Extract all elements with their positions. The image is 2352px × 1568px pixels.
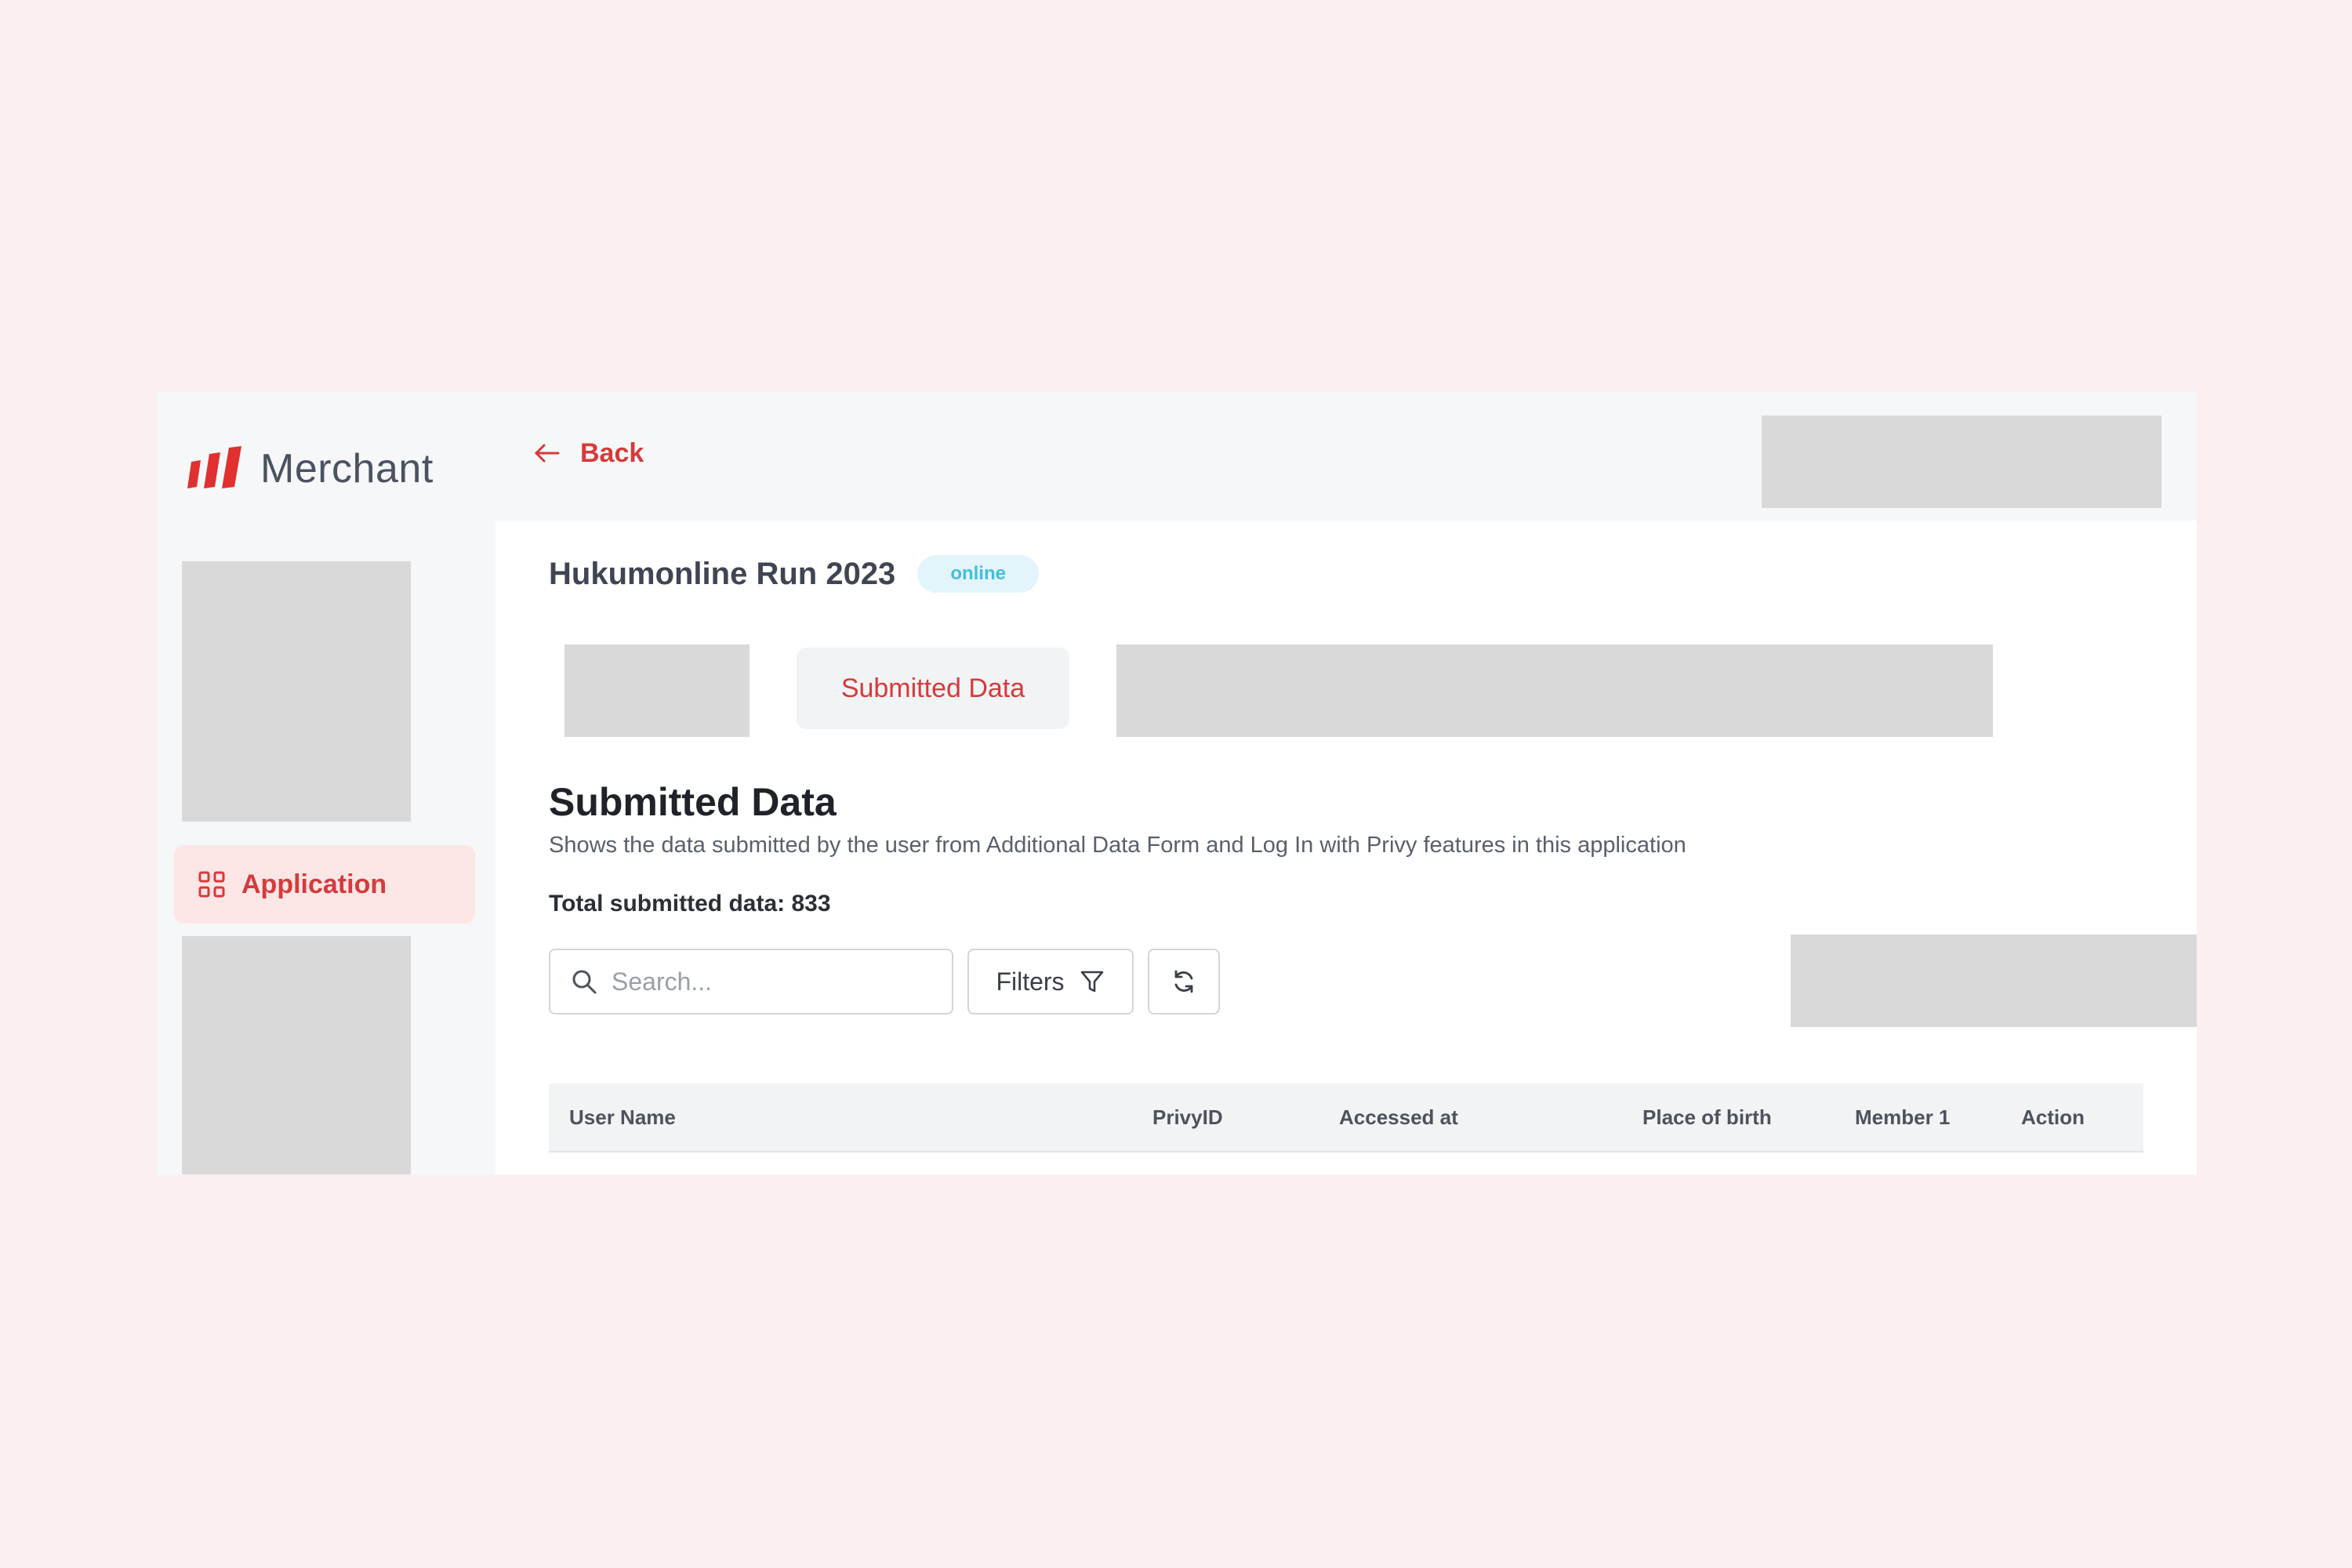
back-label: Back [580, 437, 644, 468]
app-window: Merchant Application Back Hukumonline Ru… [157, 392, 2197, 1174]
filter-icon [1080, 971, 1103, 993]
column-header-member-1[interactable]: Member 1 [1855, 1083, 1950, 1151]
brand-name: Merchant [260, 446, 434, 492]
section-description: Shows the data submitted by the user fro… [549, 833, 1686, 858]
tab-submitted-data[interactable]: Submitted Data [797, 648, 1069, 729]
column-header-privyid[interactable]: PrivyID [1152, 1083, 1223, 1151]
top-bar: Back [495, 392, 2197, 521]
back-button[interactable]: Back [532, 437, 644, 469]
refresh-icon [1174, 970, 1193, 993]
tab-placeholder-right[interactable] [1116, 644, 1993, 737]
column-header-action: Action [2021, 1105, 2085, 1129]
sidebar-item-application[interactable]: Application [174, 845, 475, 924]
table-header: User Name PrivyID Accessed at Place of b… [549, 1083, 2143, 1152]
search-input[interactable] [610, 966, 942, 997]
search-icon [572, 970, 597, 994]
event-title-row: Hukumonline Run 2023 online [549, 555, 1039, 593]
status-badge: online [917, 555, 1039, 593]
total-count: Total submitted data: 833 [549, 891, 831, 916]
main-content: Back Hukumonline Run 2023 online Submitt… [495, 392, 2197, 1174]
sidebar-placeholder-bottom [182, 936, 411, 1174]
topbar-placeholder [1762, 416, 2161, 508]
grid-icon [198, 871, 225, 898]
sidebar-placeholder-top [182, 561, 411, 822]
page-title: Hukumonline Run 2023 [549, 556, 896, 591]
tab-placeholder-left[interactable] [564, 644, 750, 737]
merchant-logo-icon [187, 446, 241, 488]
column-header-accessed-at[interactable]: Accessed at [1339, 1083, 1458, 1151]
search-box[interactable] [549, 949, 953, 1014]
toolbar-placeholder[interactable] [1791, 935, 2197, 1027]
column-header-user-name[interactable]: User Name [569, 1083, 676, 1151]
column-header-place-of-birth[interactable]: Place of birth [1642, 1083, 1772, 1151]
refresh-button[interactable] [1148, 949, 1220, 1014]
brand-logo[interactable]: Merchant [185, 445, 434, 492]
filters-button[interactable]: Filters [967, 949, 1134, 1014]
filters-label: Filters [996, 967, 1065, 996]
section-title: Submitted Data [549, 780, 837, 824]
sidebar: Merchant Application [157, 392, 495, 1174]
sidebar-item-label: Application [241, 869, 387, 899]
arrow-left-icon [535, 444, 560, 463]
